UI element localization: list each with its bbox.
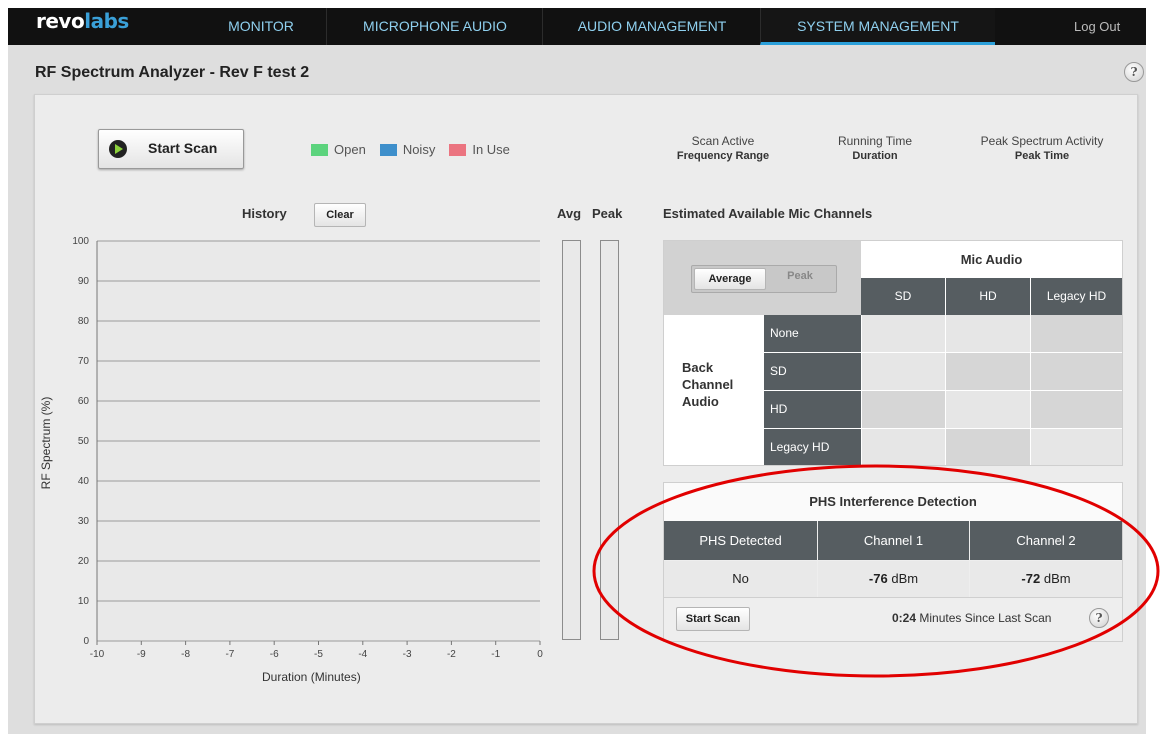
cell xyxy=(1031,429,1122,465)
peak-toggle-option[interactable]: Peak xyxy=(770,270,830,282)
avg-label: Avg xyxy=(557,206,582,221)
toggle-area: Average Peak xyxy=(664,241,861,315)
cell xyxy=(1031,315,1122,352)
y-tick-label: 0 xyxy=(83,636,89,647)
legend-open: Open xyxy=(334,142,366,157)
cell xyxy=(862,315,945,352)
play-icon xyxy=(109,140,127,158)
cell xyxy=(862,353,945,390)
peak-label: Peak xyxy=(592,206,623,221)
y-tick-label: 90 xyxy=(78,276,90,287)
mic-channels-table: Average Peak Mic Audio SD HD Legacy HD B… xyxy=(663,240,1123,466)
history-plot: 1009080706050403020100-10 -9 -8 -7 -6 -5 -4 -3-… xyxy=(72,236,543,660)
cell xyxy=(946,315,1030,352)
y-tick-label: 50 xyxy=(78,436,90,447)
cell xyxy=(1031,391,1122,428)
nav-tab-microphone-audio[interactable]: MICROPHONE AUDIO xyxy=(326,8,543,45)
page-title: RF Spectrum Analyzer - Rev F test 2 xyxy=(35,64,310,81)
x-tick-label: -1 xyxy=(491,649,500,660)
row-none: None xyxy=(764,315,861,352)
page-help-icon[interactable]: ? xyxy=(1124,62,1144,82)
mic-channels-title: Estimated Available Mic Channels xyxy=(663,206,873,221)
y-tick-label: 20 xyxy=(78,556,90,567)
nav-tab-monitor[interactable]: MONITOR xyxy=(196,8,326,45)
col-hd: HD xyxy=(946,278,1030,315)
x-tick-label: -7 xyxy=(225,649,234,660)
x-tick-label: -3 xyxy=(403,649,412,660)
logout-link[interactable]: Log Out xyxy=(1074,8,1120,45)
x-tick-label: -8 xyxy=(181,649,190,660)
nav-tab-system-management[interactable]: SYSTEM MANAGEMENT xyxy=(760,8,995,45)
x-tick-label: -2 xyxy=(447,649,456,660)
cell xyxy=(946,391,1030,428)
running-time-header: Running Time Duration xyxy=(837,134,913,162)
highlight-ellipse xyxy=(592,464,1160,678)
scan-legend: Open Noisy In Use xyxy=(311,142,510,157)
back-channel-label-cell: Back Channel Audio xyxy=(664,315,764,465)
start-scan-label: Start Scan xyxy=(148,140,218,156)
x-axis-label: Duration (Minutes) xyxy=(262,670,361,684)
clear-button[interactable]: Clear xyxy=(314,203,366,227)
y-tick-label: 70 xyxy=(78,356,90,367)
y-tick-label: 40 xyxy=(78,476,90,487)
peak-activity-header: Peak Spectrum Activity Peak Time xyxy=(980,134,1104,162)
x-tick-label: -5 xyxy=(314,649,323,660)
row-hd: HD xyxy=(764,391,861,428)
start-scan-button[interactable]: Start Scan xyxy=(98,129,244,169)
x-tick-label: 0 xyxy=(537,649,543,660)
x-tick-label: -6 xyxy=(270,649,279,660)
x-tick-label: -10 xyxy=(90,649,105,660)
col-sd: SD xyxy=(861,278,945,315)
history-chart: 100 90 80 70 60 50 40 30 20 10 0 -10 -9 -8 -7 -6 -5 -4 -3-… xyxy=(72,236,543,660)
in-use-swatch xyxy=(449,143,467,156)
y-tick-label: 100 xyxy=(72,236,89,247)
col-legacy-hd: Legacy HD xyxy=(1031,278,1122,315)
y-tick-label: 10 xyxy=(78,596,90,607)
row-sd: SD xyxy=(764,353,861,390)
cell xyxy=(1031,353,1122,390)
nav-tab-audio-management[interactable]: AUDIO MANAGEMENT xyxy=(542,8,761,45)
cell xyxy=(946,429,1030,465)
x-tick-label: -4 xyxy=(358,649,367,660)
top-nav-bar: revolabs MONITOR MICROPHONE AUDIO AUDIO … xyxy=(8,8,1146,45)
avg-level-bar xyxy=(562,240,581,640)
revolabs-logo: revolabs xyxy=(36,9,129,33)
open-swatch xyxy=(311,143,328,156)
noisy-swatch xyxy=(379,143,397,156)
legend-noisy: Noisy xyxy=(402,142,436,157)
y-tick-label: 30 xyxy=(78,516,90,527)
row-legacy-hd: Legacy HD xyxy=(764,429,861,465)
y-axis-label: RF Spectrum (%) xyxy=(39,396,53,490)
back-channel-label: Back Channel Audio xyxy=(682,360,734,409)
cell xyxy=(946,353,1030,390)
cell xyxy=(862,429,945,465)
y-tick-label: 60 xyxy=(78,396,90,407)
cell xyxy=(862,391,945,428)
history-title: History xyxy=(242,206,287,221)
legend-in-use: In Use xyxy=(472,142,510,157)
scan-active-header: Scan Active Frequency Range xyxy=(676,134,770,162)
x-tick-label: -9 xyxy=(137,649,146,660)
y-tick-label: 80 xyxy=(78,316,90,327)
average-peak-toggle[interactable]: Average Peak xyxy=(691,265,837,293)
average-toggle-option[interactable]: Average xyxy=(694,268,766,290)
mic-audio-header: Mic Audio xyxy=(861,241,1122,278)
